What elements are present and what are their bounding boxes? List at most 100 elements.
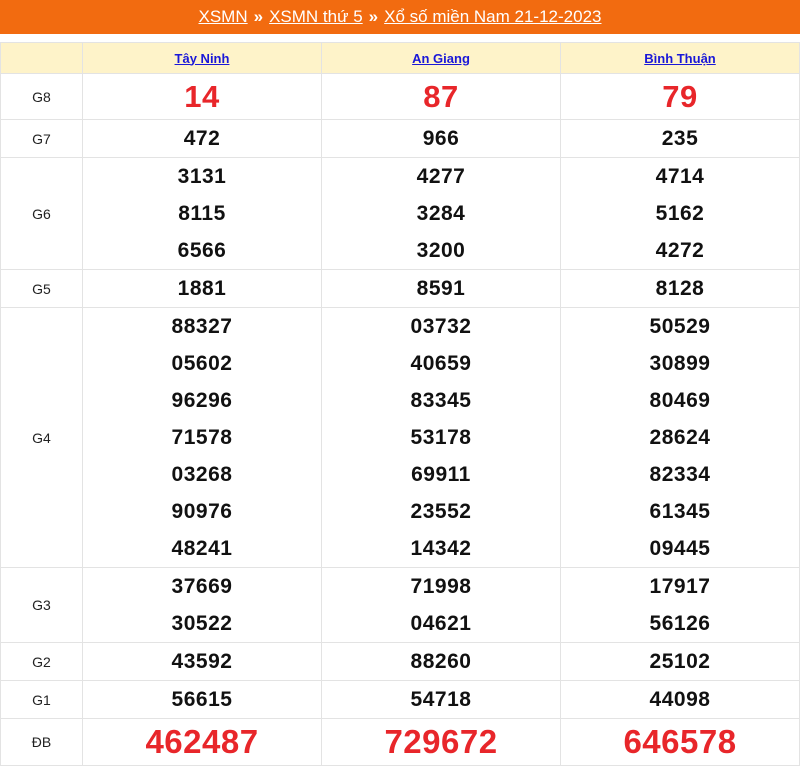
- prize-number: 17917: [649, 575, 711, 598]
- prize-number: 44098: [649, 688, 711, 711]
- prize-number: 4277: [416, 165, 466, 188]
- prize-cell: 646578: [560, 718, 800, 766]
- prize-cell: 235: [560, 119, 800, 158]
- prize-number: 48241: [171, 537, 233, 560]
- prize-row: G1 56615 54718 44098: [0, 680, 800, 719]
- prize-cell: 88260: [321, 642, 561, 681]
- prize-row: G6 3131 8115 6566 4277 3284 3200 4714 5162 4272: [0, 157, 800, 270]
- province-header-row: Tây Ninh An Giang Bình Thuận: [0, 42, 800, 74]
- breadcrumb-separator: »: [253, 7, 264, 26]
- prize-cell: 03732 40659 83345 53178 69911 23552 14342: [321, 307, 561, 568]
- prize-number: 37669: [171, 575, 233, 598]
- prize-number: 80469: [649, 389, 711, 412]
- prize-cell: 3131 8115 6566: [82, 157, 322, 270]
- prize-number: 235: [661, 127, 699, 150]
- prize-number: 79: [662, 78, 698, 114]
- province-header: An Giang: [321, 42, 561, 74]
- prize-cell: 729672: [321, 718, 561, 766]
- prize-label: G7: [0, 119, 83, 158]
- prize-row: G5 1881 8591 8128: [0, 269, 800, 308]
- province-link-tay-ninh[interactable]: Tây Ninh: [175, 51, 230, 66]
- prize-number: 82334: [649, 463, 711, 486]
- prize-number: 5162: [655, 202, 705, 225]
- prize-cell: 4714 5162 4272: [560, 157, 800, 270]
- prize-number: 83345: [410, 389, 472, 412]
- prize-row: G3 37669 30522 71998 04621 17917 56126: [0, 567, 800, 643]
- prize-number: 03268: [171, 463, 233, 486]
- province-header: Tây Ninh: [82, 42, 322, 74]
- prize-number: 472: [183, 127, 221, 150]
- prize-number: 3284: [416, 202, 466, 225]
- prize-cell: 54718: [321, 680, 561, 719]
- prize-cell: 37669 30522: [82, 567, 322, 643]
- prize-cell: 25102: [560, 642, 800, 681]
- prize-number: 69911: [411, 463, 471, 486]
- prize-cell: 8591: [321, 269, 561, 308]
- breadcrumb-link-date[interactable]: Xổ số miền Nam 21-12-2023: [384, 7, 601, 27]
- prize-cell: 472: [82, 119, 322, 158]
- prize-number: 56126: [649, 612, 711, 635]
- prize-cell: 1881: [82, 269, 322, 308]
- prize-row: ĐB 462487 729672 646578: [0, 718, 800, 766]
- prize-cell: 966: [321, 119, 561, 158]
- prize-number: 8115: [178, 202, 226, 225]
- province-header: Bình Thuận: [560, 42, 800, 74]
- prize-cell: 17917 56126: [560, 567, 800, 643]
- prize-number: 4714: [655, 165, 705, 188]
- prize-number: 88327: [171, 315, 233, 338]
- results-table: Tây Ninh An Giang Bình Thuận G8 14 87 79 G7 4…: [0, 42, 800, 766]
- prize-row: G4 88327 05602 96296 71578 03268 90976 48241 037…: [0, 307, 800, 568]
- prize-label: G6: [0, 157, 83, 270]
- prize-number: 40659: [410, 352, 472, 375]
- prize-number: 50529: [649, 315, 711, 338]
- prize-number: 28624: [649, 426, 711, 449]
- prize-number: 4272: [655, 239, 705, 262]
- prize-number: 14: [184, 78, 220, 114]
- prize-number: 729672: [384, 723, 498, 760]
- province-link-an-giang[interactable]: An Giang: [412, 51, 470, 66]
- breadcrumb-separator: »: [368, 7, 379, 26]
- corner-cell: [0, 42, 83, 74]
- prize-number: 71578: [171, 426, 233, 449]
- prize-number: 43592: [171, 650, 233, 673]
- prize-number: 14342: [410, 537, 472, 560]
- breadcrumb-link-xsmn-thu5[interactable]: XSMN thứ 5: [269, 7, 363, 27]
- prize-number: 61345: [649, 500, 711, 523]
- prize-cell: 88327 05602 96296 71578 03268 90976 48241: [82, 307, 322, 568]
- prize-label: G2: [0, 642, 83, 681]
- prize-number: 6566: [177, 239, 227, 262]
- prize-label: ĐB: [0, 718, 83, 766]
- prize-number: 25102: [649, 650, 711, 673]
- prize-number: 05602: [171, 352, 233, 375]
- prize-number: 1881: [177, 277, 227, 300]
- prize-number: 88260: [410, 650, 472, 673]
- prize-number: 09445: [649, 537, 711, 560]
- breadcrumb-link-xsmn[interactable]: XSMN: [199, 7, 248, 27]
- prize-cell: 4277 3284 3200: [321, 157, 561, 270]
- prize-number: 04621: [410, 612, 472, 635]
- prize-number: 96296: [171, 389, 233, 412]
- prize-number: 53178: [410, 426, 472, 449]
- prize-number: 03732: [410, 315, 472, 338]
- prize-cell: 14: [82, 73, 322, 120]
- prize-cell: 8128: [560, 269, 800, 308]
- prize-number: 30899: [649, 352, 711, 375]
- prize-number: 71998: [410, 575, 472, 598]
- prize-number: 90976: [171, 500, 233, 523]
- prize-number: 30522: [171, 612, 233, 635]
- prize-cell: 71998 04621: [321, 567, 561, 643]
- prize-number: 3131: [177, 165, 227, 188]
- prize-cell: 87: [321, 73, 561, 120]
- province-link-binh-thuan[interactable]: Bình Thuận: [644, 51, 716, 66]
- prize-row: G7 472 966 235: [0, 119, 800, 158]
- breadcrumb: XSMN » XSMN thứ 5 » Xổ số miền Nam 21-12…: [0, 0, 800, 34]
- prize-row: G2 43592 88260 25102: [0, 642, 800, 681]
- prize-number: 646578: [623, 723, 737, 760]
- prize-number: 966: [422, 127, 460, 150]
- prize-label: G8: [0, 73, 83, 120]
- prize-cell: 50529 30899 80469 28624 82334 61345 09445: [560, 307, 800, 568]
- prize-number: 8128: [655, 277, 705, 300]
- prize-number: 3200: [416, 239, 466, 262]
- prize-number: 56615: [171, 688, 233, 711]
- prize-label: G4: [0, 307, 83, 568]
